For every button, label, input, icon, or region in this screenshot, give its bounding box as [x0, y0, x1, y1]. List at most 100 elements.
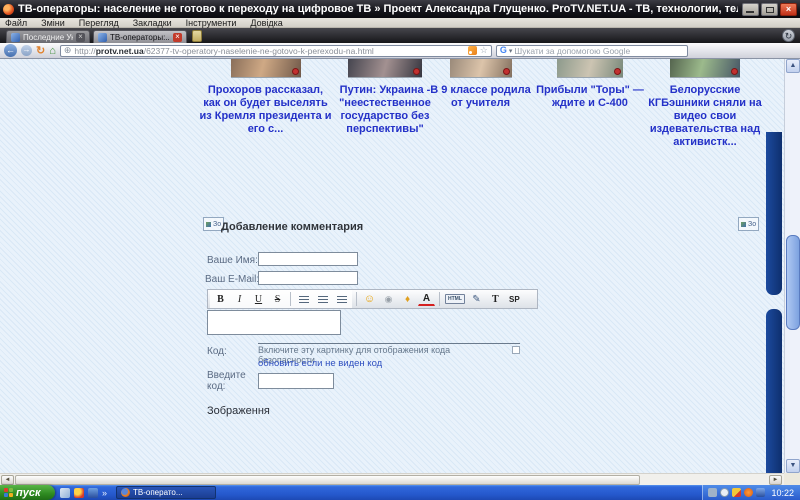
taskbar-clock: 10:22 — [771, 488, 794, 498]
tray-icon[interactable] — [744, 488, 753, 497]
site-identity-icon[interactable]: ⊕ — [64, 46, 72, 55]
restore-button[interactable] — [761, 3, 778, 16]
vertical-scrollbar[interactable]: ▲ ▼ — [784, 59, 800, 473]
horizontal-scrollbar[interactable]: ◄ ► — [0, 473, 784, 485]
tab-2-close-icon[interactable]: × — [173, 33, 182, 42]
news-title-link[interactable]: Прибыли "Торы" — ждите и С-400 — [535, 84, 645, 110]
taskbar-window-button[interactable]: ТВ-операто... — [116, 486, 216, 499]
news-thumbnail[interactable] — [231, 59, 301, 78]
vertical-scrollbar-thumb[interactable] — [786, 235, 800, 330]
news-thumbnail[interactable] — [450, 59, 512, 78]
news-title-link[interactable]: В 9 классе родила от учителя — [428, 84, 533, 110]
news-title-link[interactable]: Путин: Украина - "неестественное государ… — [330, 84, 440, 136]
align-left-button[interactable] — [295, 292, 312, 307]
quick-launch-icon[interactable] — [60, 488, 70, 498]
translit-button[interactable]: T — [487, 292, 504, 307]
rss-icon[interactable] — [468, 46, 477, 55]
news-title-link[interactable]: Прохоров рассказал, как он будет выселят… — [198, 84, 333, 136]
windows-logo-icon — [4, 488, 13, 497]
scrollbar-corner — [784, 473, 800, 485]
quick-launch-more-icon[interactable]: » — [102, 488, 107, 498]
name-field[interactable] — [258, 252, 358, 266]
menu-file[interactable]: Файл — [5, 18, 27, 28]
menu-bar: Файл Зміни Перегляд Закладки Інструменти… — [0, 18, 800, 28]
menu-edit[interactable]: Зміни — [41, 18, 65, 28]
tab-1[interactable]: Последние Укр... × — [6, 30, 90, 43]
menu-view[interactable]: Перегляд — [79, 18, 119, 28]
tray-icon[interactable] — [720, 488, 729, 497]
search-input[interactable] — [514, 46, 683, 56]
new-tab-icon[interactable] — [192, 30, 202, 42]
news-thumbnail[interactable] — [557, 59, 623, 78]
taskbar-window-label: ТВ-операто... — [133, 488, 183, 497]
align-center-button[interactable] — [314, 292, 331, 307]
quick-launch: » — [55, 488, 112, 498]
menu-tools[interactable]: Інструменти — [186, 18, 237, 28]
bookmark-star-icon[interactable]: ☆ — [480, 46, 488, 55]
tab-2-favicon — [98, 33, 107, 42]
tab-1-close-icon[interactable]: × — [76, 33, 85, 42]
restore-icon — [766, 7, 774, 13]
html-code-button[interactable]: HTML — [444, 292, 466, 307]
list-all-tabs-icon[interactable]: ↻ — [782, 29, 795, 42]
news-item[interactable]: Белорусские КГБэшники сняли на видео сво… — [645, 59, 765, 149]
italic-button[interactable]: I — [231, 292, 248, 307]
news-item[interactable]: Прибыли "Торы" — ждите и С-400 — [535, 59, 645, 110]
forward-icon[interactable]: → — [21, 45, 32, 56]
news-thumbnail[interactable] — [348, 59, 422, 78]
news-title-link[interactable]: Белорусские КГБэшники сняли на видео сво… — [645, 84, 765, 149]
news-item[interactable]: Путин: Украина - "неестественное государ… — [330, 59, 440, 136]
scroll-right-icon[interactable]: ► — [769, 475, 782, 485]
refresh-icon[interactable]: ↻ — [36, 45, 45, 57]
scroll-up-icon[interactable]: ▲ — [786, 59, 800, 73]
align-right-button[interactable] — [333, 292, 350, 307]
align-center-icon — [318, 296, 328, 303]
minimize-button[interactable] — [742, 3, 759, 16]
tray-icon[interactable] — [732, 488, 741, 497]
insert-link-icon[interactable]: ♦ — [399, 292, 416, 307]
font-color-button[interactable]: A — [418, 293, 435, 306]
search-engine-dropdown-icon[interactable]: ▾ — [509, 47, 513, 55]
menu-bookmarks[interactable]: Закладки — [133, 18, 172, 28]
emoticons-button[interactable]: ☺ — [361, 292, 378, 307]
scroll-down-icon[interactable]: ▼ — [786, 459, 800, 473]
menu-help[interactable]: Довідка — [250, 18, 282, 28]
quick-launch-icon[interactable] — [74, 488, 84, 498]
address-bar[interactable]: ⊕ http://protv.net.ua/62377-tv-operatory… — [60, 45, 492, 57]
email-field[interactable] — [258, 271, 358, 285]
scroll-left-icon[interactable]: ◄ — [1, 475, 14, 485]
start-button[interactable]: пуск — [0, 485, 55, 500]
quote-icon[interactable]: ✎ — [468, 292, 485, 307]
captcha-refresh-link[interactable]: обновить если не виден код — [258, 358, 382, 369]
window-controls: × — [742, 3, 797, 16]
taskbar: пуск » ТВ-операто... 10:22 — [0, 485, 800, 500]
align-right-icon — [337, 296, 347, 303]
tab-2-active[interactable]: ТВ-операторы:... × — [93, 30, 187, 43]
spoiler-button[interactable]: SP — [506, 292, 523, 307]
home-icon[interactable]: ⌂ — [49, 45, 56, 57]
video-badge-icon — [413, 68, 420, 75]
close-button[interactable]: × — [780, 3, 797, 16]
search-bar[interactable]: G ▾ — [496, 45, 688, 57]
window-titlebar: ТВ-операторы: население не готово к пере… — [0, 0, 800, 18]
system-tray: 10:22 — [702, 485, 800, 500]
underline-button[interactable]: U — [250, 292, 267, 307]
captcha-code-field[interactable] — [258, 373, 334, 389]
bold-button[interactable]: B — [212, 292, 229, 307]
horizontal-scrollbar-thumb[interactable] — [15, 475, 640, 485]
start-button-label: пуск — [16, 487, 41, 499]
strikethrough-button[interactable]: S — [269, 292, 286, 307]
comment-form-heading: Добавление комментария — [221, 221, 363, 233]
comment-textarea[interactable] — [207, 310, 341, 335]
quick-launch-icon[interactable] — [88, 488, 98, 498]
tray-icon[interactable] — [756, 488, 765, 497]
hidden-text-icon[interactable]: ◉ — [380, 292, 397, 307]
news-item[interactable]: Прохоров рассказал, как он будет выселят… — [198, 59, 333, 136]
news-thumbnail[interactable] — [670, 59, 740, 78]
page-side-rail — [766, 309, 782, 473]
tray-icon[interactable] — [708, 488, 717, 497]
back-icon[interactable]: ← — [4, 44, 17, 57]
tab-bar: Последние Укр... × ТВ-операторы:... × ↻ — [0, 28, 800, 43]
news-item[interactable]: В 9 классе родила от учителя — [428, 59, 533, 110]
window-title: ТВ-операторы: население не готово к пере… — [18, 3, 738, 15]
